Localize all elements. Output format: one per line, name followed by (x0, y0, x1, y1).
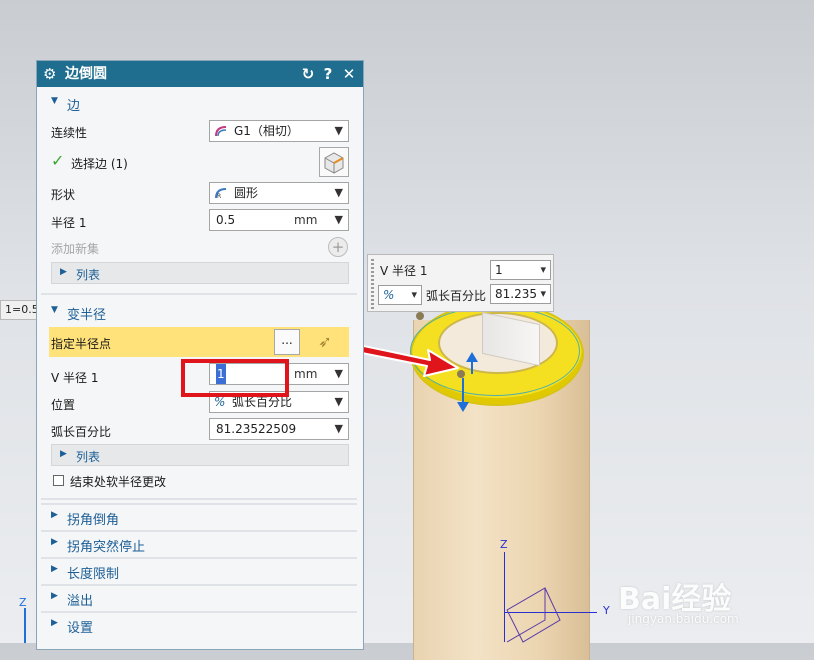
add-set-plus-icon[interactable]: + (328, 237, 348, 257)
expand-triangle-icon: ▶ (51, 537, 58, 547)
specify-point-label: 指定半径点 (51, 337, 112, 351)
expand-triangle-icon: ▶ (51, 510, 58, 520)
arc-percent-input[interactable]: 81.23522509 ▼ (209, 418, 349, 440)
continuity-dropdown[interactable]: G1（相切） ▼ (209, 120, 349, 142)
svg-text:R: R (217, 193, 221, 200)
left-z-axis-line (24, 608, 26, 643)
panel-grip[interactable] (371, 259, 374, 309)
section-corner-setback[interactable]: ▶ 拐角倒角 (41, 503, 359, 528)
section-title: 拐角倒角 (67, 513, 120, 528)
shape-dropdown[interactable]: R 圆形 ▼ (209, 182, 349, 204)
soft-radius-label: 结束处软半径更改 (70, 475, 167, 489)
soft-radius-checkbox[interactable] (53, 475, 64, 486)
v-radius-value: 1 (216, 364, 226, 384)
v-radius-input[interactable]: 1 mm ▼ (209, 363, 349, 385)
close-icon[interactable]: ✕ (340, 64, 358, 84)
position-dropdown[interactable]: % 弧长百分比 ▼ (209, 391, 349, 413)
section-title: 拐角突然停止 (67, 540, 146, 555)
left-z-axis-label: Z (19, 596, 27, 609)
reset-icon[interactable]: ↻ (299, 64, 317, 84)
add-new-set-label: 添加新集 (51, 242, 100, 256)
collapse-triangle-icon: ▼ (51, 96, 58, 106)
arc-percent-value: 81.23522509 (216, 422, 297, 436)
select-edge-button[interactable] (319, 147, 349, 177)
dialog-scrollbar[interactable] (357, 87, 363, 649)
circular-shape-icon: R (215, 188, 227, 200)
section-overflow[interactable]: ▶ 溢出 (41, 584, 359, 609)
continuity-icon (215, 126, 227, 137)
check-icon: ✓ (51, 151, 65, 170)
section-length-limit[interactable]: ▶ 长度限制 (41, 557, 359, 582)
chevron-down-icon: ▼ (334, 395, 343, 408)
section-title: 长度限制 (67, 567, 120, 582)
dialog-titlebar[interactable]: ⚙ 边倒圆 ↻ ? ✕ (37, 61, 363, 87)
chevron-down-icon: ▼ (334, 124, 343, 137)
arc-percent-label: 弧长百分比 (51, 425, 112, 439)
select-edge-label[interactable]: 选择边 (1) (71, 155, 128, 172)
section-edge-header[interactable]: ▼ 边 (37, 91, 359, 115)
percent-arc-icon: % (383, 288, 395, 302)
onscreen-arc-value: 81.235 (495, 287, 537, 301)
edge-blend-dialog: ⚙ 边倒圆 ↻ ? ✕ ▼ 边 连续性 G1（相切） ▼ ✓ 选择边 (1) 形… (36, 60, 364, 650)
expand-triangle-icon: ▶ (51, 564, 58, 574)
onscreen-arc-input[interactable]: 81.235 (490, 284, 551, 304)
list-toggle-1[interactable]: ▶ 列表 (51, 262, 349, 284)
continuity-label: 连续性 (51, 126, 88, 140)
radius1-unit: mm (294, 213, 318, 227)
onscreen-arc-label: 弧长百分比 (426, 289, 487, 303)
baidu-watermark: Bai经验 jingyan.baidu.com (618, 572, 808, 632)
section-divider (41, 293, 359, 295)
section-stop-short[interactable]: ▶ 拐角突然停止 (41, 530, 359, 555)
chevron-down-icon: ▼ (334, 186, 343, 199)
radius1-value: 0.5 (216, 213, 236, 227)
continuity-value: G1（相切） (234, 124, 299, 138)
section-divider (41, 498, 359, 500)
expand-triangle-icon: ▶ (60, 449, 67, 459)
gear-icon[interactable]: ⚙ (43, 65, 56, 83)
axis-triad-box (506, 587, 561, 643)
z-axis-label: Z (500, 538, 508, 551)
cube-edge-icon (324, 152, 344, 174)
radius1-label: 半径 1 (51, 216, 87, 230)
v-radius-label: V 半径 1 (51, 371, 99, 385)
list-label-2: 列表 (76, 450, 101, 464)
position-label: 位置 (51, 398, 76, 412)
onscreen-v-radius-value: 1 (495, 263, 503, 277)
chevron-down-icon: ▼ (334, 422, 343, 435)
watermark-url: jingyan.baidu.com (628, 612, 739, 626)
list-toggle-2[interactable]: ▶ 列表 (51, 444, 349, 466)
section-title: 溢出 (67, 594, 94, 609)
v-radius-unit: mm (294, 367, 318, 381)
shape-value: 圆形 (234, 186, 259, 200)
section-settings[interactable]: ▶ 设置 (41, 611, 359, 636)
section-variable-radius-header[interactable]: ▼ 变半径 (37, 300, 359, 324)
expand-triangle-icon: ▶ (51, 591, 58, 601)
shape-label: 形状 (51, 188, 76, 202)
position-value: 弧长百分比 (232, 395, 293, 409)
chevron-down-icon: ▼ (334, 367, 343, 380)
radius1-input[interactable]: 0.5 mm ▼ (209, 209, 349, 231)
onscreen-v-radius-label: V 半径 1 (380, 264, 428, 278)
dialog-title: 边倒圆 (65, 66, 107, 82)
onscreen-position-dropdown[interactable]: % (378, 285, 422, 305)
list-label-1: 列表 (76, 268, 101, 282)
section-edge-title: 边 (67, 99, 81, 114)
section-title: 设置 (67, 621, 94, 636)
onscreen-input-panel[interactable]: V 半径 1 1 % 弧长百分比 81.235 (367, 254, 554, 312)
expand-triangle-icon: ▶ (60, 267, 67, 277)
chevron-down-icon: ▼ (334, 213, 343, 226)
point-inferred-icon[interactable]: ➶ (305, 329, 345, 355)
point-dialog-button[interactable]: ... (274, 329, 300, 355)
section-variable-radius-title: 变半径 (67, 308, 107, 323)
help-icon[interactable]: ? (319, 64, 337, 84)
ellipsis-label: ... (281, 333, 293, 347)
expand-triangle-icon: ▶ (51, 618, 58, 628)
percent-arc-icon: % (214, 395, 226, 409)
collapse-triangle-icon: ▼ (51, 305, 58, 315)
onscreen-v-radius-input[interactable]: 1 (490, 260, 551, 280)
y-axis-label: Y (603, 604, 610, 617)
